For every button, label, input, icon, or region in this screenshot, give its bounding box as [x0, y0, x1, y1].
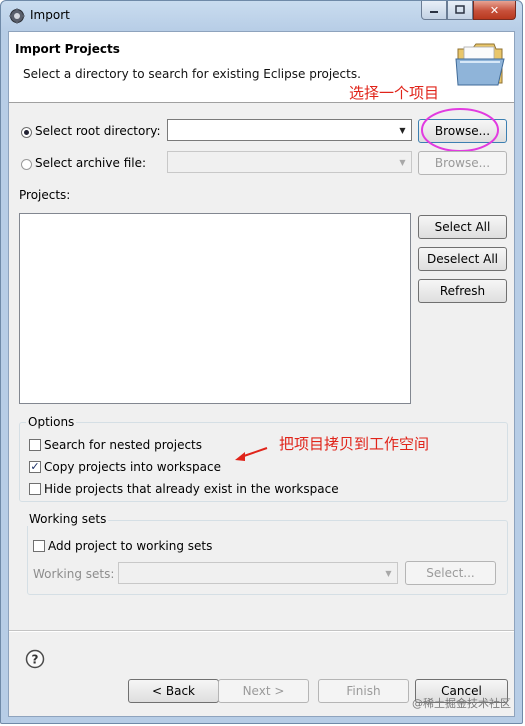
- add-to-working-sets-label: Add project to working sets: [48, 539, 213, 553]
- projects-label: Projects:: [19, 188, 71, 202]
- copy-into-workspace-checkbox[interactable]: ✓: [29, 461, 41, 473]
- chevron-down-icon: ▼: [399, 125, 406, 135]
- checkmark-icon: ✓: [30, 460, 40, 473]
- annotation-circle: [421, 108, 499, 152]
- root-directory-radio[interactable]: [21, 127, 32, 138]
- help-icon[interactable]: ?: [25, 649, 45, 669]
- page-description: Select a directory to search for existin…: [23, 67, 361, 81]
- annotation-arrow-icon: [235, 447, 268, 461]
- projects-list[interactable]: [19, 213, 411, 404]
- minimize-icon: [430, 11, 438, 13]
- next-button[interactable]: Next >: [218, 679, 309, 703]
- search-nested-label: Search for nested projects: [44, 438, 203, 452]
- close-icon: ✕: [489, 3, 500, 17]
- next-label: Next >: [242, 684, 285, 698]
- annotation-copy-to-workspace: 把项目拷贝到工作空间: [279, 435, 430, 453]
- select-working-sets-button[interactable]: Select...: [405, 561, 496, 585]
- working-sets-title: Working sets: [27, 512, 109, 526]
- import-window: Import ✕ Import Projects Select a direct…: [0, 0, 523, 724]
- archive-file-radio[interactable]: [21, 159, 32, 170]
- refresh-button[interactable]: Refresh: [418, 279, 507, 303]
- copy-into-workspace-label: Copy projects into workspace: [44, 460, 222, 474]
- title-bar[interactable]: Import ✕: [1, 1, 522, 31]
- chevron-down-icon: ▼: [399, 157, 406, 167]
- maximize-icon: [455, 5, 465, 14]
- options-title: Options: [26, 415, 77, 429]
- hide-existing-checkbox[interactable]: [29, 483, 41, 495]
- footer-separator: [9, 630, 514, 632]
- hide-existing-label: Hide projects that already exist in the …: [44, 482, 339, 496]
- window-controls: ✕: [421, 1, 516, 21]
- browse-archive-label: Browse...: [434, 156, 491, 170]
- archive-file-combo[interactable]: ▼: [167, 151, 412, 173]
- back-label: < Back: [151, 684, 195, 698]
- working-sets-combo[interactable]: ▼: [118, 562, 398, 584]
- finish-label: Finish: [346, 684, 381, 698]
- finish-button[interactable]: Finish: [318, 679, 409, 703]
- dialog-client-area: Import Projects Select a directory to se…: [8, 31, 515, 717]
- chevron-down-icon: ▼: [385, 568, 392, 578]
- select-all-label: Select All: [434, 220, 491, 234]
- open-folder-icon: [455, 43, 505, 86]
- eclipse-gear-icon: [9, 8, 25, 24]
- page-title: Import Projects: [15, 42, 120, 56]
- back-button[interactable]: < Back: [128, 679, 219, 703]
- deselect-all-button[interactable]: Deselect All: [418, 247, 507, 271]
- refresh-label: Refresh: [439, 284, 486, 298]
- root-directory-label: Select root directory:: [35, 124, 161, 138]
- window-title: Import: [30, 8, 70, 22]
- select-working-sets-label: Select...: [426, 566, 475, 580]
- maximize-button[interactable]: [447, 1, 473, 20]
- working-sets-label: Working sets:: [33, 567, 115, 581]
- add-to-working-sets-checkbox[interactable]: [33, 540, 45, 552]
- search-nested-checkbox[interactable]: [29, 439, 41, 451]
- close-button[interactable]: ✕: [473, 1, 516, 20]
- help-glyph: ?: [32, 653, 39, 667]
- watermark: @稀土掘金技术社区: [412, 697, 511, 710]
- select-all-button[interactable]: Select All: [418, 215, 507, 239]
- browse-archive-button[interactable]: Browse...: [418, 151, 507, 175]
- deselect-all-label: Deselect All: [427, 252, 498, 266]
- root-directory-combo[interactable]: ▼: [167, 119, 412, 141]
- minimize-button[interactable]: [421, 1, 447, 20]
- archive-file-label: Select archive file:: [35, 156, 147, 170]
